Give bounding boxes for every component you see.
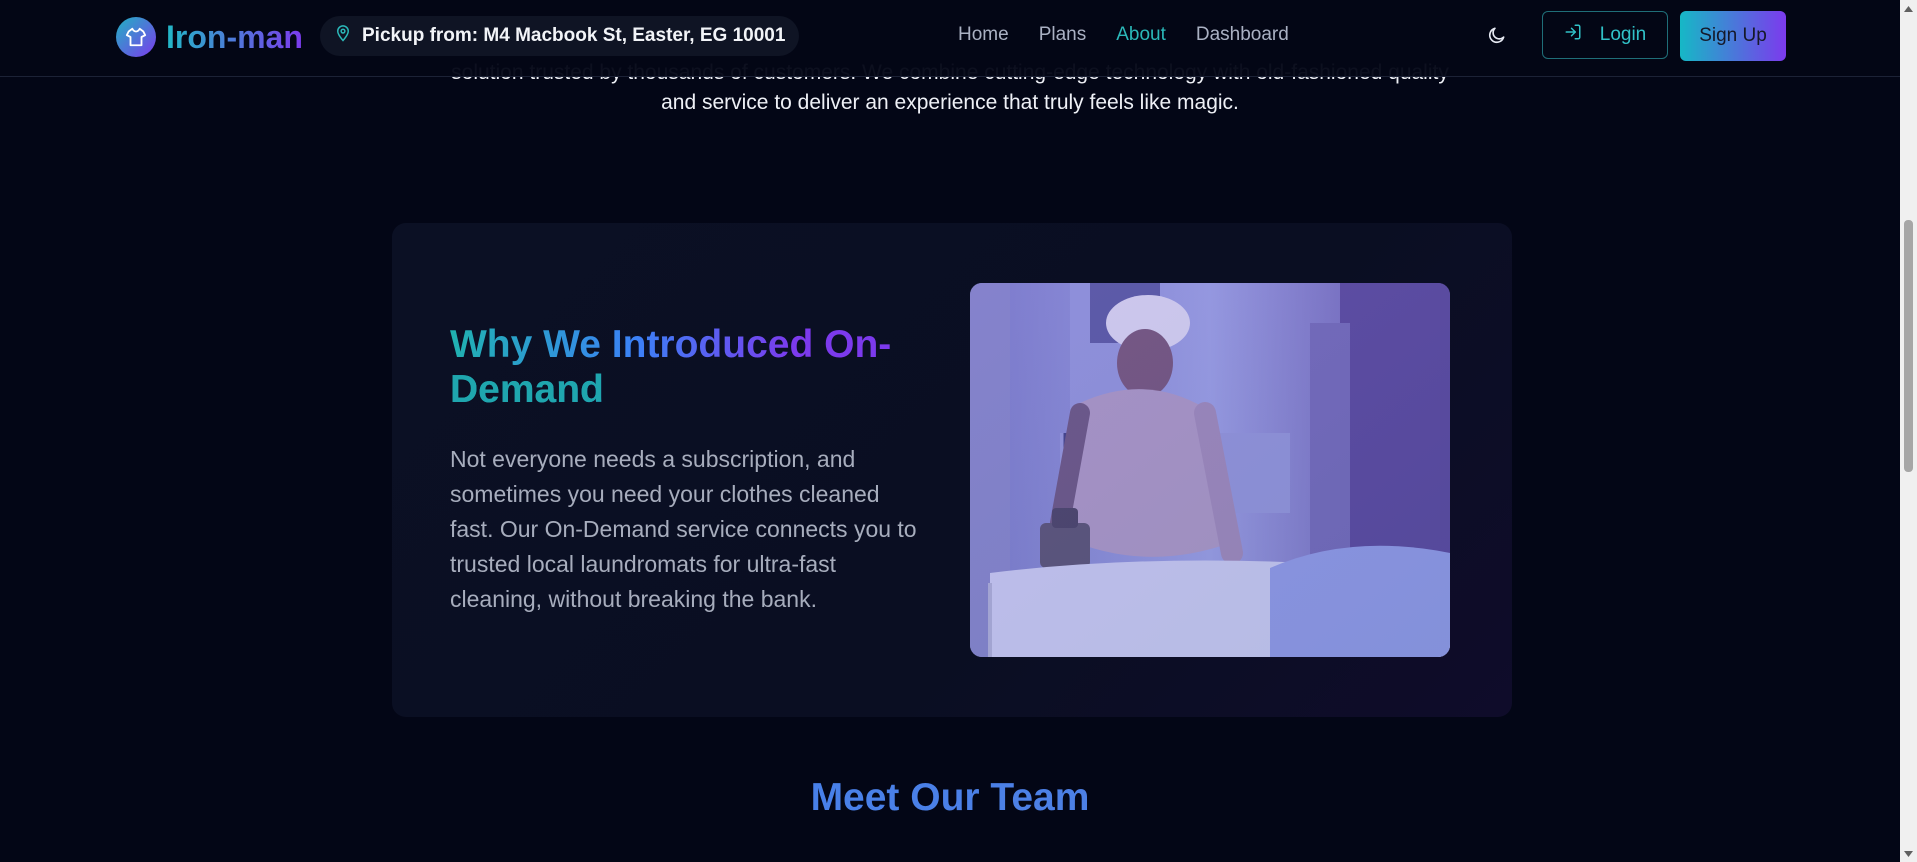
scroll-down-arrow-icon[interactable] — [1900, 845, 1917, 862]
pickup-location[interactable]: Pickup from: M4 Macbook St, Easter, EG 1… — [320, 16, 800, 56]
theme-toggle-button[interactable] — [1482, 22, 1512, 52]
intro-line-2: and service to deliver an experience tha… — [661, 91, 1239, 114]
top-navbar: Iron-man Pickup from: M4 Macbook St, Eas… — [0, 0, 1900, 77]
feature-title: Why We Introduced On- Demand — [450, 322, 910, 412]
nav-link-plans[interactable]: Plans — [1039, 24, 1087, 46]
login-button[interactable]: Login — [1542, 11, 1668, 59]
page: solution trusted by thousands of custome… — [0, 0, 1900, 862]
shirt-icon — [116, 17, 156, 57]
feature-description: Not everyone needs a subscription, and s… — [450, 446, 917, 612]
nav-link-home[interactable]: Home — [958, 24, 1009, 46]
scrollbar-thumb[interactable] — [1904, 220, 1913, 472]
moon-icon — [1487, 25, 1507, 50]
feature-image — [970, 283, 1450, 657]
login-arrow-icon — [1564, 23, 1582, 47]
feature-title-line-2: Demand — [450, 368, 604, 411]
on-demand-feature-card: Why We Introduced On- Demand Not everyon… — [392, 223, 1512, 717]
map-pin-icon — [334, 23, 352, 49]
login-label: Login — [1599, 24, 1647, 45]
brand-name: Iron-man — [166, 18, 303, 55]
signup-label: Sign Up — [1699, 25, 1767, 46]
nav-link-about[interactable]: About — [1116, 24, 1166, 46]
team-section-title: Meet Our Team — [0, 776, 1900, 820]
ironing-man-photo — [970, 283, 1450, 657]
pickup-text: Pickup from: M4 Macbook St, Easter, EG 1… — [362, 25, 786, 46]
nav-link-dashboard[interactable]: Dashboard — [1196, 24, 1289, 46]
scroll-up-arrow-icon[interactable] — [1900, 0, 1917, 17]
nav-links: Home Plans About Dashboard — [958, 24, 1289, 46]
signup-button[interactable]: Sign Up — [1680, 11, 1786, 61]
feature-title-line-1: Why We Introduced On- — [450, 323, 892, 366]
vertical-scrollbar[interactable] — [1900, 0, 1917, 862]
brand-logo[interactable]: Iron-man — [116, 16, 303, 58]
